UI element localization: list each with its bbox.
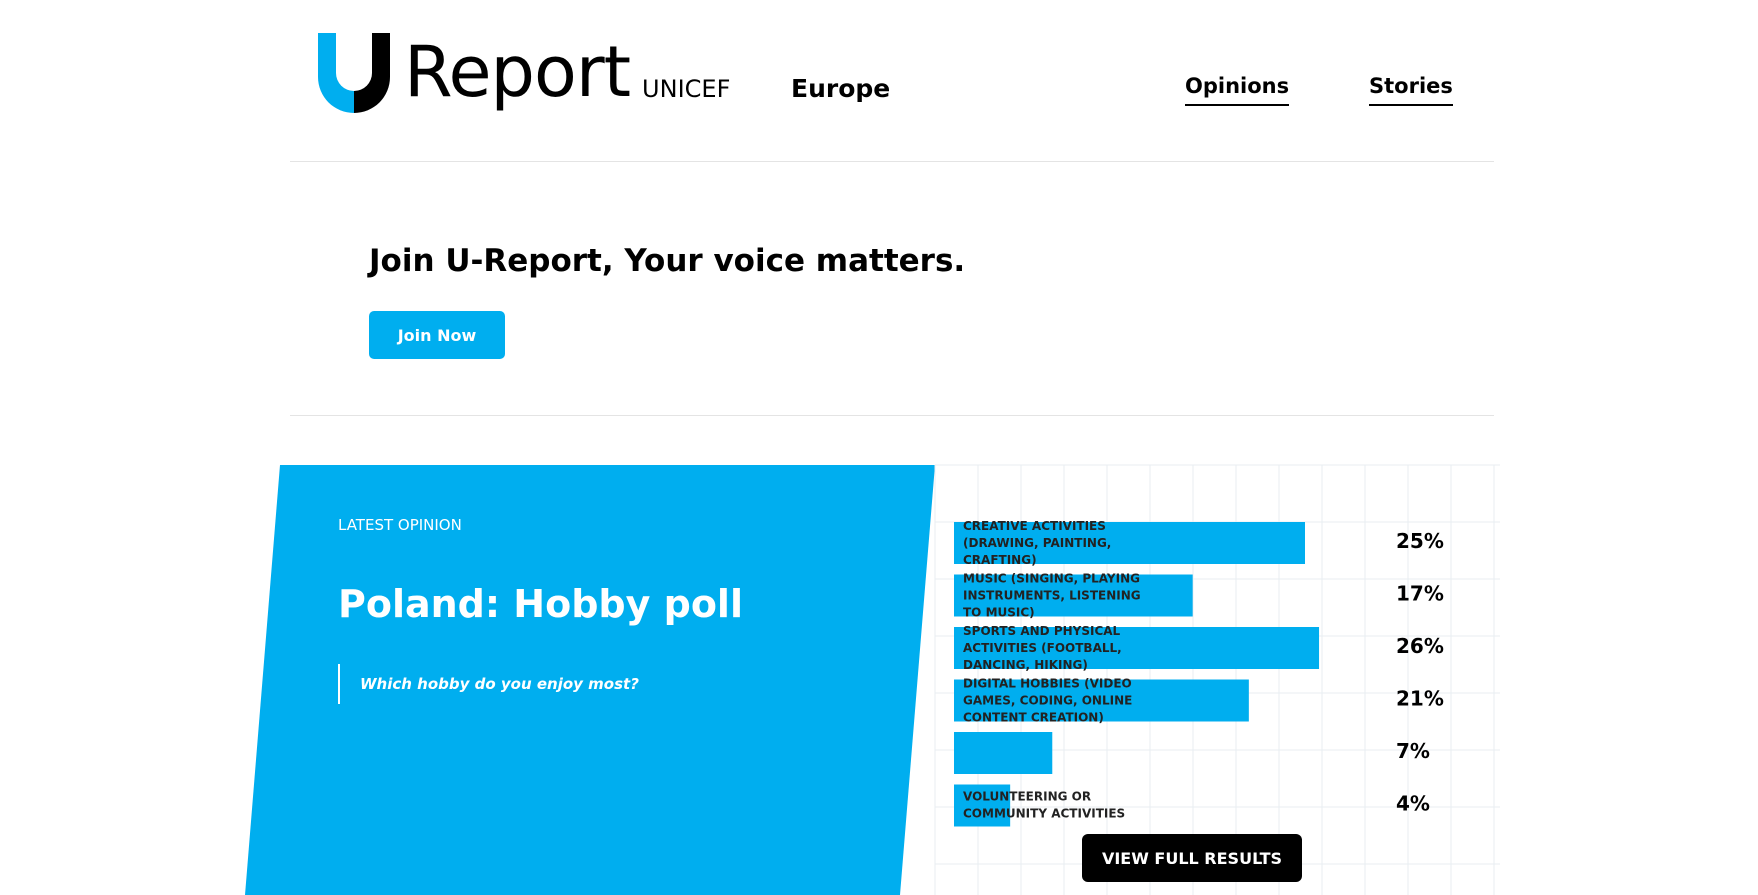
value-label: 21% [1396, 687, 1444, 711]
chart-bar [954, 732, 1053, 774]
value-label: 4% [1396, 792, 1430, 816]
value-label: 26% [1396, 634, 1444, 658]
value-label: 7% [1396, 739, 1430, 763]
results-chart: CREATIVE ACTIVITIES (DRAWING, PAINTING, CR… [934, 464, 1500, 895]
view-full-results-button[interactable]: VIEW FULL RESULTS [1082, 834, 1302, 882]
value-label: 25% [1396, 529, 1444, 553]
value-label: 17% [1396, 582, 1444, 606]
